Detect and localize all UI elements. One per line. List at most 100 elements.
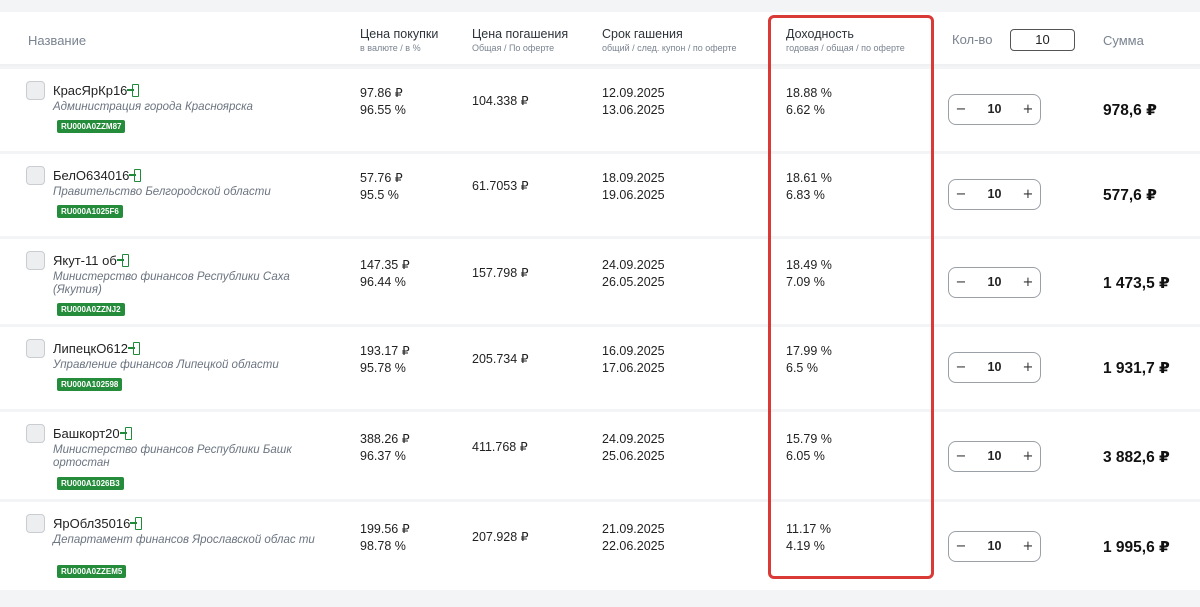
- buy-price-cell: 57.76 ₽ 95.5 %: [360, 170, 403, 204]
- bond-issuer: Министерство финансов Республики Саха (Я…: [53, 271, 290, 296]
- open-link-icon[interactable]: [129, 169, 142, 182]
- redemption-price: 207.928 ₽: [472, 530, 529, 544]
- total-yield: 4.19 %: [786, 539, 825, 553]
- quantity-stepper[interactable]: − 10 +: [948, 352, 1041, 383]
- table-row: Якут-11 об Министерство финансов Республ…: [0, 239, 1200, 324]
- buy-percent: 96.55 %: [360, 103, 406, 117]
- increment-button[interactable]: +: [1017, 442, 1039, 471]
- maturity-date: 16.09.2025: [602, 344, 665, 358]
- maturity-date: 21.09.2025: [602, 522, 665, 536]
- buy-price: 193.17 ₽: [360, 344, 410, 358]
- bond-issuer: Правительство Белгородской области: [53, 186, 271, 198]
- maturity-cell: 12.09.2025 13.06.2025: [602, 85, 665, 119]
- total-yield: 6.5 %: [786, 361, 818, 375]
- bond-ticker-link[interactable]: ЯрОбл35016: [53, 516, 143, 531]
- yield-cell: 18.61 % 6.83 %: [786, 170, 832, 204]
- redemption-price: 411.768 ₽: [472, 440, 528, 454]
- decrement-button[interactable]: −: [950, 180, 972, 209]
- column-subtitle: общий / след. купон / по оферте: [602, 43, 737, 53]
- decrement-button[interactable]: −: [950, 442, 972, 471]
- row-sum: 1 995,6 ₽: [1103, 539, 1170, 556]
- total-yield: 6.62 %: [786, 103, 825, 117]
- bond-ticker-link[interactable]: ЛипецкО612: [53, 341, 140, 356]
- annual-yield: 18.88 %: [786, 86, 832, 100]
- row-sum: 978,6 ₽: [1103, 102, 1157, 119]
- quantity-value[interactable]: 10: [971, 268, 1018, 297]
- buy-percent: 98.78 %: [360, 539, 406, 553]
- decrement-button[interactable]: −: [950, 268, 972, 297]
- next-coupon-date: 26.05.2025: [602, 275, 665, 289]
- isin-badge: RU000A1025F6: [57, 205, 123, 218]
- buy-percent: 95.5 %: [360, 188, 399, 202]
- next-coupon-date: 13.06.2025: [602, 103, 665, 117]
- column-subtitle: в валюте / в %: [360, 43, 421, 53]
- row-checkbox[interactable]: [26, 514, 45, 533]
- maturity-date: 12.09.2025: [602, 86, 665, 100]
- open-link-icon[interactable]: [127, 84, 140, 97]
- isin-badge: RU000A0ZZEM5: [57, 565, 127, 578]
- quantity-stepper[interactable]: − 10 +: [948, 179, 1041, 210]
- buy-percent: 96.37 %: [360, 449, 406, 463]
- table-row: ЯрОбл35016 Департамент финансов Ярославс…: [0, 502, 1200, 590]
- row-checkbox[interactable]: [26, 251, 45, 270]
- bond-issuer: Управление финансов Липецкой области: [53, 359, 279, 371]
- redemption-price: 104.338 ₽: [472, 94, 529, 108]
- yield-cell: 17.99 % 6.5 %: [786, 343, 832, 377]
- row-checkbox[interactable]: [26, 339, 45, 358]
- next-coupon-date: 19.06.2025: [602, 188, 665, 202]
- row-checkbox[interactable]: [26, 166, 45, 185]
- annual-yield: 18.61 %: [786, 171, 832, 185]
- table-header: Название Цена покупки в валюте / в % Цен…: [0, 12, 1200, 66]
- global-quantity-input[interactable]: 10: [1010, 29, 1075, 51]
- open-link-icon[interactable]: [119, 427, 132, 440]
- quantity-stepper[interactable]: − 10 +: [948, 94, 1041, 125]
- bond-ticker-link[interactable]: Якут-11 об: [53, 253, 129, 268]
- increment-button[interactable]: +: [1017, 532, 1039, 561]
- isin-badge: RU000A0ZZNJ2: [57, 303, 125, 316]
- quantity-value[interactable]: 10: [971, 95, 1018, 124]
- decrement-button[interactable]: −: [950, 95, 972, 124]
- isin-badge: RU000A0ZZM87: [57, 120, 126, 133]
- quantity-stepper[interactable]: − 10 +: [948, 441, 1041, 472]
- row-checkbox[interactable]: [26, 81, 45, 100]
- increment-button[interactable]: +: [1017, 95, 1039, 124]
- quantity-value[interactable]: 10: [971, 180, 1018, 209]
- buy-price: 97.86 ₽: [360, 86, 403, 100]
- buy-price-cell: 193.17 ₽ 95.78 %: [360, 343, 410, 377]
- bond-ticker: КрасЯрКр16: [53, 83, 128, 98]
- decrement-button[interactable]: −: [950, 532, 972, 561]
- open-link-icon[interactable]: [116, 254, 129, 267]
- row-checkbox[interactable]: [26, 424, 45, 443]
- bond-ticker-link[interactable]: КрасЯрКр16: [53, 83, 140, 98]
- column-title: Цена погашения: [472, 27, 569, 41]
- decrement-button[interactable]: −: [950, 353, 972, 382]
- bond-ticker-link[interactable]: БелО634016: [53, 168, 142, 183]
- open-link-icon[interactable]: [128, 342, 140, 355]
- quantity-value[interactable]: 10: [971, 532, 1018, 561]
- increment-button[interactable]: +: [1017, 353, 1039, 382]
- maturity-cell: 24.09.2025 25.06.2025: [602, 431, 665, 465]
- redemption-price: 205.734 ₽: [472, 352, 529, 366]
- bond-ticker: БелО634016: [53, 168, 130, 183]
- redemption-price: 157.798 ₽: [472, 266, 529, 280]
- annual-yield: 18.49 %: [786, 258, 832, 272]
- increment-button[interactable]: +: [1017, 180, 1039, 209]
- bond-ticker: ЛипецкО612: [53, 341, 128, 356]
- bond-ticker: Башкорт20: [53, 426, 120, 441]
- quantity-value[interactable]: 10: [971, 353, 1018, 382]
- buy-price-cell: 199.56 ₽ 98.78 %: [360, 521, 410, 555]
- bond-ticker-link[interactable]: Башкорт20: [53, 426, 132, 441]
- table-row: Башкорт20 Министерство финансов Республи…: [0, 412, 1200, 499]
- increment-button[interactable]: +: [1017, 268, 1039, 297]
- quantity-stepper[interactable]: − 10 +: [948, 531, 1041, 562]
- redemption-price: 61.7053 ₽: [472, 179, 529, 193]
- quantity-value[interactable]: 10: [971, 442, 1018, 471]
- buy-price-cell: 97.86 ₽ 96.55 %: [360, 85, 406, 119]
- column-title: Цена покупки: [360, 27, 439, 41]
- isin-badge: RU000A1026B3: [57, 477, 124, 490]
- open-link-icon[interactable]: [130, 517, 143, 530]
- next-coupon-date: 22.06.2025: [602, 539, 665, 553]
- quantity-stepper[interactable]: − 10 +: [948, 267, 1041, 298]
- buy-percent: 95.78 %: [360, 361, 406, 375]
- maturity-cell: 21.09.2025 22.06.2025: [602, 521, 665, 555]
